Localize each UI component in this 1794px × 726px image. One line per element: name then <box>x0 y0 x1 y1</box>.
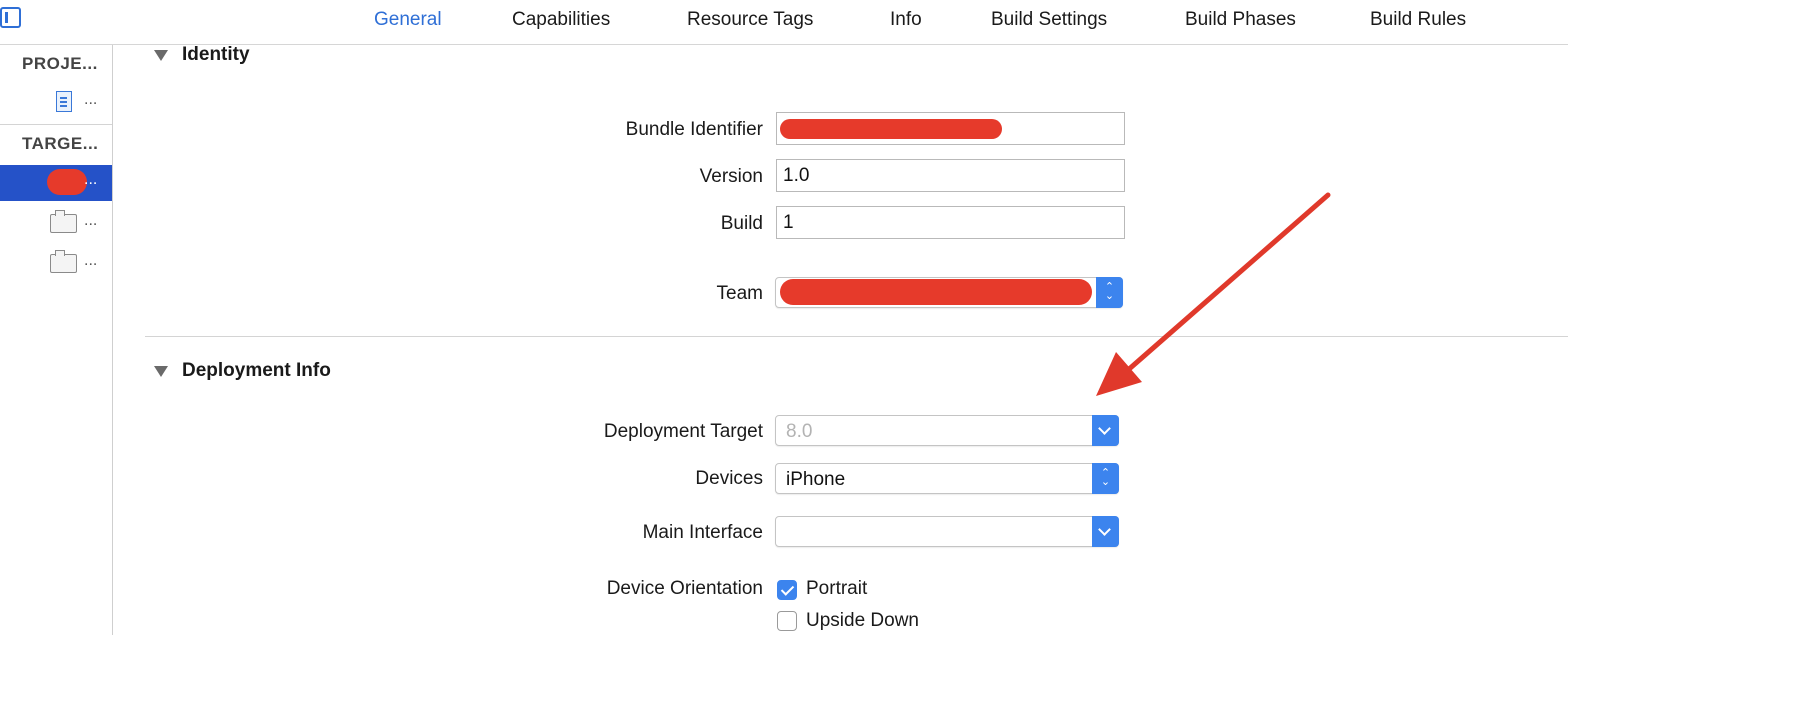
annotation-arrow <box>1096 192 1331 396</box>
